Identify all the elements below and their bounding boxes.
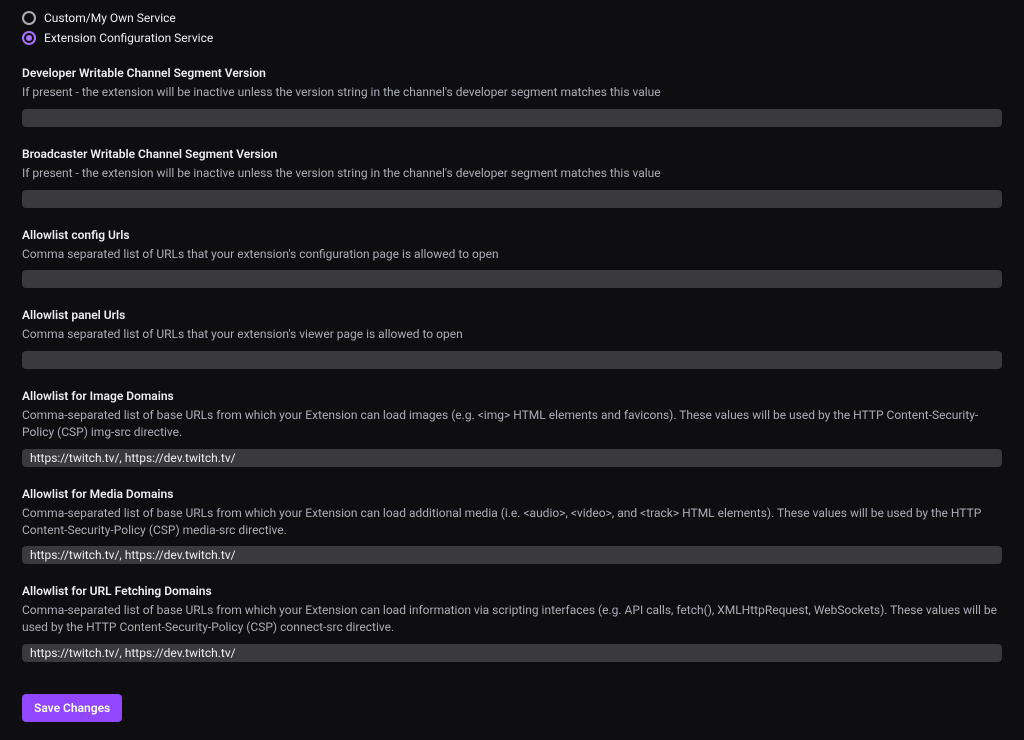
field-title: Allowlist for Image Domains: [22, 389, 1002, 403]
field-title: Allowlist for URL Fetching Domains: [22, 584, 1002, 598]
allowlist-config-input[interactable]: [22, 270, 1002, 288]
field-description: Comma separated list of URLs that your e…: [22, 326, 1002, 343]
radio-custom-service[interactable]: Custom/My Own Service: [22, 8, 1002, 28]
allowlist-media-input[interactable]: [22, 546, 1002, 564]
developer-version-section: Developer Writable Channel Segment Versi…: [22, 66, 1002, 127]
allowlist-image-section: Allowlist for Image Domains Comma-separa…: [22, 389, 1002, 467]
radio-label-extension: Extension Configuration Service: [44, 31, 213, 45]
field-description: Comma-separated list of base URLs from w…: [22, 505, 1002, 539]
allowlist-media-section: Allowlist for Media Domains Comma-separa…: [22, 487, 1002, 565]
radio-circle-icon: [22, 11, 36, 25]
field-description: If present - the extension will be inact…: [22, 84, 1002, 101]
radio-circle-selected-icon: [22, 31, 36, 45]
allowlist-fetch-input[interactable]: [22, 644, 1002, 662]
field-description: Comma-separated list of base URLs from w…: [22, 602, 1002, 636]
allowlist-panel-input[interactable]: [22, 351, 1002, 369]
allowlist-panel-section: Allowlist panel Urls Comma separated lis…: [22, 308, 1002, 369]
field-title: Developer Writable Channel Segment Versi…: [22, 66, 1002, 80]
field-title: Allowlist for Media Domains: [22, 487, 1002, 501]
developer-version-input[interactable]: [22, 109, 1002, 127]
save-changes-button[interactable]: Save Changes: [22, 694, 122, 722]
allowlist-config-section: Allowlist config Urls Comma separated li…: [22, 228, 1002, 289]
radio-extension-service[interactable]: Extension Configuration Service: [22, 28, 1002, 48]
broadcaster-version-section: Broadcaster Writable Channel Segment Ver…: [22, 147, 1002, 208]
allowlist-image-input[interactable]: [22, 449, 1002, 467]
field-title: Broadcaster Writable Channel Segment Ver…: [22, 147, 1002, 161]
allowlist-fetch-section: Allowlist for URL Fetching Domains Comma…: [22, 584, 1002, 662]
field-description: Comma separated list of URLs that your e…: [22, 246, 1002, 263]
field-description: Comma-separated list of base URLs from w…: [22, 407, 1002, 441]
field-title: Allowlist config Urls: [22, 228, 1002, 242]
field-description: If present - the extension will be inact…: [22, 165, 1002, 182]
service-type-radio-group: Custom/My Own Service Extension Configur…: [22, 8, 1002, 48]
field-title: Allowlist panel Urls: [22, 308, 1002, 322]
radio-dot-icon: [26, 35, 32, 41]
broadcaster-version-input[interactable]: [22, 190, 1002, 208]
radio-label-custom: Custom/My Own Service: [44, 11, 176, 25]
